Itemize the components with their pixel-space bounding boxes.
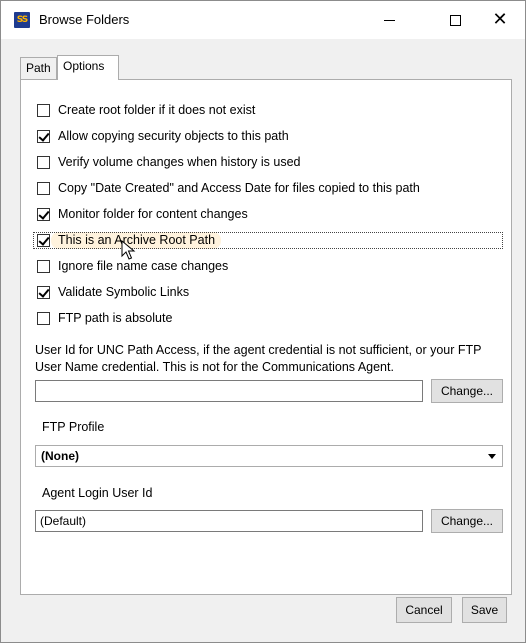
option-monitor-folder[interactable]: Monitor folder for content changes xyxy=(37,206,248,222)
mouse-cursor-icon xyxy=(121,240,136,260)
save-button[interactable]: Save xyxy=(462,597,507,623)
close-icon: ✕ xyxy=(492,9,508,30)
checkbox[interactable] xyxy=(37,181,50,195)
checkbox[interactable] xyxy=(37,233,50,247)
option-allow-copying-security[interactable]: Allow copying security objects to this p… xyxy=(37,128,289,144)
option-label: Verify volume changes when history is us… xyxy=(58,155,301,169)
option-label: Copy "Date Created" and Access Date for … xyxy=(58,181,420,195)
options-panel: Create root folder if it does not exist … xyxy=(20,79,512,595)
agent-login-label: Agent Login User Id xyxy=(42,486,153,500)
window-title: Browse Folders xyxy=(39,12,130,27)
option-validate-symbolic-links[interactable]: Validate Symbolic Links xyxy=(37,284,189,300)
option-create-root-folder[interactable]: Create root folder if it does not exist xyxy=(37,102,255,118)
option-label: FTP path is absolute xyxy=(58,311,173,325)
minimize-icon xyxy=(383,19,395,21)
option-label: Allow copying security objects to this p… xyxy=(58,129,289,143)
option-ftp-path-absolute[interactable]: FTP path is absolute xyxy=(37,310,172,326)
option-label: Create root folder if it does not exist xyxy=(58,103,256,117)
ftp-profile-select[interactable]: (None) xyxy=(35,445,503,467)
option-label: Validate Symbolic Links xyxy=(58,285,190,299)
option-copy-date-created[interactable]: Copy "Date Created" and Access Date for … xyxy=(37,180,420,196)
tab-path[interactable]: Path xyxy=(20,57,57,79)
checkbox[interactable] xyxy=(37,285,50,299)
agent-login-input[interactable]: (Default) xyxy=(35,510,423,532)
checkbox[interactable] xyxy=(37,311,50,325)
minimize-button[interactable] xyxy=(366,1,412,39)
option-label: Monitor folder for content changes xyxy=(58,207,248,221)
maximize-button[interactable] xyxy=(432,1,478,39)
tab-options[interactable]: Options xyxy=(57,55,119,80)
checkbox[interactable] xyxy=(37,155,50,169)
checkbox[interactable] xyxy=(37,103,50,117)
ftp-profile-selected-value: (None) xyxy=(41,449,79,463)
option-label: Ignore file name case changes xyxy=(58,259,229,273)
unc-change-button[interactable]: Change... xyxy=(431,379,503,403)
checkbox[interactable] xyxy=(37,259,50,273)
ftp-profile-label: FTP Profile xyxy=(42,420,105,434)
dialog-client-area: Path Options Create root folder if it do… xyxy=(1,39,525,642)
agent-login-change-button[interactable]: Change... xyxy=(431,509,503,533)
browse-folders-dialog: SS Browse Folders ✕ Path Options Create … xyxy=(0,0,526,643)
cancel-button[interactable]: Cancel xyxy=(396,597,452,623)
unc-user-id-input[interactable] xyxy=(35,380,423,402)
checkbox[interactable] xyxy=(37,129,50,143)
maximize-icon xyxy=(449,14,461,26)
title-bar: SS Browse Folders ✕ xyxy=(1,1,525,39)
app-icon: SS xyxy=(14,12,30,28)
checkbox[interactable] xyxy=(37,207,50,221)
close-button[interactable]: ✕ xyxy=(477,1,523,39)
chevron-down-icon xyxy=(488,454,496,459)
unc-description: User Id for UNC Path Access, if the agen… xyxy=(35,343,482,374)
option-verify-volume-changes[interactable]: Verify volume changes when history is us… xyxy=(37,154,301,170)
